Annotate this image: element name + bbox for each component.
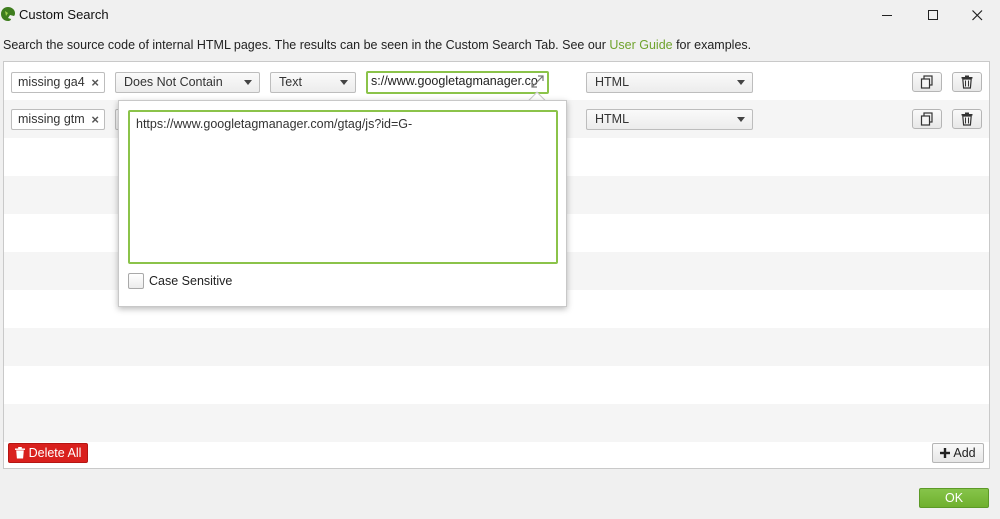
scope-dropdown[interactable]: HTML xyxy=(586,72,753,93)
filter-name-text: missing ga4 xyxy=(18,75,85,89)
ok-button[interactable]: OK xyxy=(919,488,989,508)
duplicate-button[interactable] xyxy=(912,109,942,129)
filter-name-field[interactable]: missing ga4 × xyxy=(11,72,105,93)
plus-icon xyxy=(940,448,951,458)
maximize-button[interactable] xyxy=(910,0,956,30)
description-text-end: for examples. xyxy=(672,38,752,52)
search-value-text: s://www.googletagmanager.co xyxy=(371,74,538,88)
trash-icon xyxy=(14,447,25,459)
search-value-popup: Case Sensitive xyxy=(118,100,567,307)
expand-icon[interactable] xyxy=(531,75,544,88)
duplicate-button[interactable] xyxy=(912,72,942,92)
close-icon xyxy=(971,9,982,20)
filter-name-text: missing gtm xyxy=(18,112,85,126)
table-row xyxy=(4,404,989,442)
scope-value: HTML xyxy=(595,112,630,126)
description: Search the source code of internal HTML … xyxy=(3,38,751,52)
scope-value: HTML xyxy=(595,75,630,89)
add-button[interactable]: Add xyxy=(932,443,984,463)
chevron-down-icon xyxy=(340,80,348,85)
delete-row-button[interactable] xyxy=(952,109,982,129)
minimize-button[interactable] xyxy=(864,0,910,30)
table-row xyxy=(4,328,989,366)
add-label: Add xyxy=(953,446,976,460)
delete-all-label: Delete All xyxy=(28,446,82,460)
case-sensitive-checkbox[interactable] xyxy=(128,273,144,289)
trash-icon xyxy=(961,112,973,126)
type-value: Text xyxy=(279,75,302,89)
delete-all-button[interactable]: Delete All xyxy=(8,443,88,463)
window-title: Custom Search xyxy=(19,7,109,22)
app-logo-icon xyxy=(1,7,15,21)
type-dropdown[interactable]: Text xyxy=(270,72,356,93)
close-button[interactable] xyxy=(954,0,1000,30)
filter-name-field[interactable]: missing gtm × xyxy=(11,109,105,130)
ok-label: OK xyxy=(944,491,964,505)
condition-dropdown[interactable]: Does Not Contain xyxy=(115,72,260,93)
table-row xyxy=(4,366,989,404)
search-value-input[interactable]: s://www.googletagmanager.co xyxy=(366,71,549,94)
trash-icon xyxy=(961,75,973,89)
user-guide-link[interactable]: User Guide xyxy=(609,38,672,52)
condition-value: Does Not Contain xyxy=(124,75,223,89)
copy-icon xyxy=(920,112,933,126)
title-bar: Custom Search xyxy=(0,0,1000,30)
maximize-icon xyxy=(927,9,938,20)
clear-icon[interactable]: × xyxy=(91,110,99,129)
clear-icon[interactable]: × xyxy=(91,73,99,92)
chevron-down-icon xyxy=(244,80,252,85)
copy-icon xyxy=(920,75,933,89)
case-sensitive-label: Case Sensitive xyxy=(149,274,233,288)
search-value-textarea[interactable] xyxy=(128,110,558,264)
delete-row-button[interactable] xyxy=(952,72,982,92)
minimize-icon xyxy=(881,14,892,16)
description-text: Search the source code of internal HTML … xyxy=(3,38,610,52)
scope-dropdown[interactable]: HTML xyxy=(586,109,753,130)
chevron-down-icon xyxy=(737,117,745,122)
chevron-down-icon xyxy=(737,80,745,85)
